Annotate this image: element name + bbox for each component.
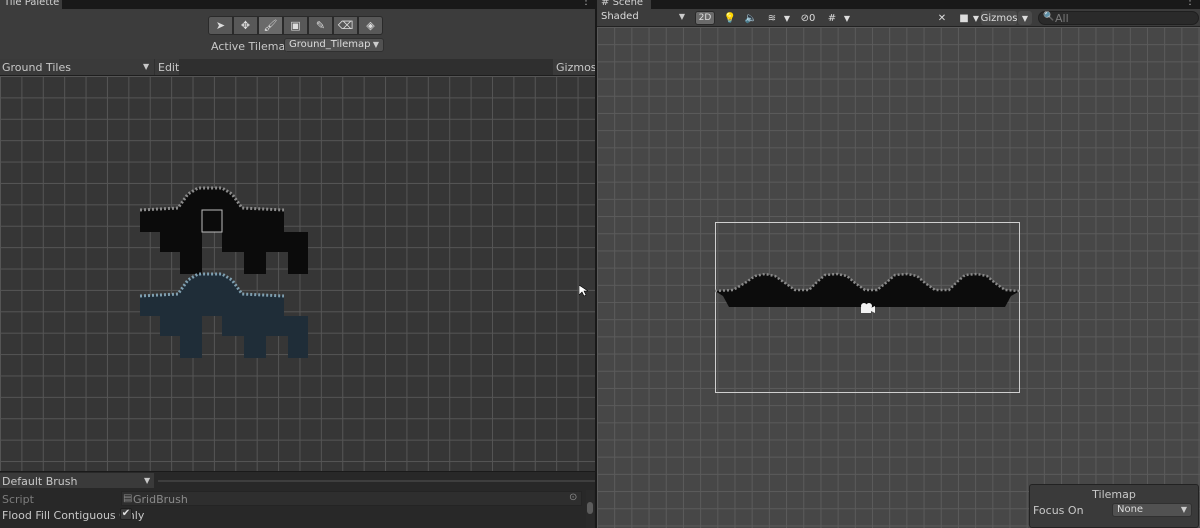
tool-button[interactable]: ✥ (233, 16, 258, 35)
camera-gizmo-icon (861, 303, 875, 313)
eraser-icon: ⌫ (337, 19, 354, 32)
gizmos-label: Gizmos (556, 61, 595, 74)
scene-search-input[interactable]: 🔍 All (1038, 11, 1199, 25)
tool-button[interactable]: ✎ (308, 16, 333, 35)
tile-palette-tab-bar: Tile Palette ⋮ (0, 0, 595, 9)
chevron-down-icon: ▼ (678, 12, 685, 21)
script-value: GridBrush (133, 493, 188, 506)
palette-grid[interactable] (0, 76, 595, 471)
flood-fill-checkbox[interactable]: ✔ (120, 508, 132, 520)
tools-icon[interactable]: ✕ (933, 11, 951, 25)
chevron-down-icon[interactable]: ▼ (781, 11, 793, 25)
chevron-down-icon[interactable]: ▼ (1018, 11, 1032, 25)
chevron-down-icon: ▼ (143, 62, 150, 71)
fill-bucket-icon: ◈ (366, 19, 375, 32)
tab-title: Scene (612, 0, 644, 8)
box-fill-icon: ▣ (290, 19, 301, 32)
gizmos-label: Gizmos (980, 12, 1018, 24)
active-tilemap-value: Ground_Tilemap (289, 39, 371, 50)
script-file-icon: ▤ (123, 493, 133, 504)
shading-mode-dropdown[interactable]: Shaded ▼ (597, 11, 689, 25)
tile-palette-tab[interactable]: Tile Palette (0, 0, 62, 9)
scene-window: # Scene ⋮ Shaded ▼ 2D 💡 🔈 ≋ ▼ ⊘ 0 # ▼ ✕ ■… (597, 0, 1200, 528)
brush-dropdown[interactable]: Default Brush ▼ (0, 473, 154, 488)
select-icon: ➤ (215, 19, 226, 32)
script-field[interactable]: ▤ GridBrush ⊙ (121, 491, 582, 506)
shading-mode-value: Shaded (601, 11, 639, 22)
search-placeholder: All (1055, 12, 1069, 25)
tool-button[interactable]: ◈ (358, 16, 383, 35)
kebab-menu-icon[interactable]: ⋮ (581, 0, 591, 7)
focus-on-dropdown[interactable]: None ▼ (1112, 503, 1192, 517)
scene-gizmos-button[interactable]: Gizmos (981, 11, 1017, 25)
palette-gizmos-button[interactable]: Gizmos (553, 59, 595, 75)
edit-button-label: Edit (158, 61, 180, 74)
scrollbar-thumb[interactable] (587, 502, 593, 514)
audio-icon[interactable]: 🔈 (742, 11, 760, 25)
inspector-scrollbar[interactable] (586, 490, 594, 528)
tile-palette-toolbar: ➤ ✥ 🖌 ▣ ✎ ⌫ ◈ Active Tilemap Ground_Tilemap ▼ (0, 9, 595, 59)
ground-tiles-preview (139, 186, 308, 358)
2d-toggle[interactable]: 2D (695, 11, 715, 25)
palette-dropdown[interactable]: Ground Tiles ▼ (0, 59, 154, 75)
scene-tab[interactable]: # Scene (597, 0, 651, 9)
grid-icon: # (601, 0, 610, 8)
tool-button[interactable]: ▣ (283, 16, 308, 35)
brush-inspector: Default Brush ▼ Script ▤ GridBrush ⊙ Flo… (0, 471, 595, 528)
active-tilemap-dropdown[interactable]: Ground_Tilemap ▼ (284, 38, 384, 52)
tool-strip: ➤ ✥ 🖌 ▣ ✎ ⌫ ◈ (208, 16, 385, 35)
mouse-cursor-icon (579, 285, 588, 297)
chevron-down-icon[interactable]: ▼ (971, 11, 981, 25)
picker-icon: ✎ (315, 19, 326, 32)
scene-tab-bar: # Scene ⋮ (597, 0, 1200, 9)
focus-on-label: Focus On (1033, 504, 1084, 517)
tool-button[interactable]: ➤ (208, 16, 233, 35)
scene-visibility-toggle[interactable]: ⊘ 0 (795, 11, 821, 25)
lighting-icon[interactable]: 💡 (721, 11, 739, 25)
scene-toolbar: Shaded ▼ 2D 💡 🔈 ≋ ▼ ⊘ 0 # ▼ ✕ ■ ▼ Gizmos … (597, 9, 1200, 27)
move-icon: ✥ (240, 19, 251, 32)
script-label: Script (2, 493, 34, 506)
effects-icon[interactable]: ≋ (763, 11, 781, 25)
palette-dropdown-value: Ground Tiles (2, 61, 71, 74)
tool-button[interactable]: ⌫ (333, 16, 358, 35)
scene-viewport[interactable]: Tilemap Focus On None ▼ (597, 27, 1200, 528)
kebab-menu-icon[interactable]: ⋮ (1185, 0, 1195, 7)
object-picker-icon[interactable]: ⊙ (569, 492, 577, 503)
paint-brush-icon: 🖌 (263, 19, 278, 32)
hidden-count: 0 (809, 12, 816, 24)
tile-palette-window: Tile Palette ⋮ ➤ ✥ 🖌 ▣ ✎ ⌫ ◈ Active Tilemap Gr… (0, 0, 595, 528)
grid-snap-icon[interactable]: # (823, 11, 841, 25)
chevron-down-icon: ▼ (1180, 505, 1187, 514)
focus-on-value: None (1117, 504, 1144, 515)
inspector-splitter[interactable] (158, 480, 595, 482)
checkmark-icon: ✔ (121, 508, 131, 519)
2d-label: 2D (698, 13, 712, 23)
palette-header: Ground Tiles ▼ Edit Gizmos (0, 59, 595, 76)
chevron-down-icon: ▼ (372, 40, 379, 49)
brush-dropdown-value: Default Brush (2, 475, 78, 488)
tilemap-overlay: Tilemap Focus On None ▼ (1029, 484, 1199, 528)
search-icon: 🔍 (1043, 12, 1055, 22)
hidden-eye-icon: ⊘ (800, 12, 809, 24)
active-tilemap-label: Active Tilemap (211, 40, 293, 53)
chevron-down-icon[interactable]: ▼ (841, 11, 853, 25)
tab-title: Tile Palette (4, 0, 60, 8)
tool-button[interactable]: 🖌 (258, 16, 283, 35)
chevron-down-icon: ▼ (144, 476, 151, 485)
edit-button[interactable]: Edit (155, 59, 179, 75)
overlay-title: Tilemap (1092, 488, 1136, 501)
